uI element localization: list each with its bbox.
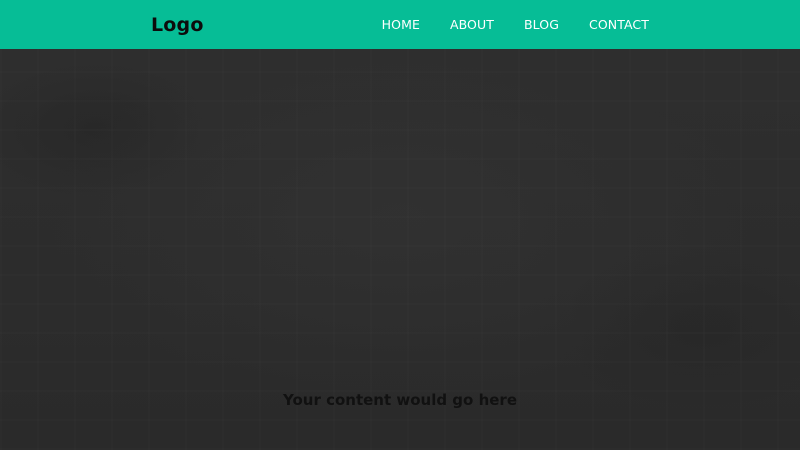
nav-link-contact[interactable]: CONTACT [589,17,649,33]
nav-link-blog[interactable]: BLOG [524,17,559,33]
top-navbar: Logo HOME ABOUT BLOG CONTACT [0,0,800,49]
main-navigation: HOME ABOUT BLOG CONTACT [382,0,649,49]
nav-link-home[interactable]: HOME [382,17,420,33]
site-logo[interactable]: Logo [151,12,204,38]
hero-content-text: Your content would go here [282,391,517,409]
nav-link-about[interactable]: ABOUT [450,17,494,33]
